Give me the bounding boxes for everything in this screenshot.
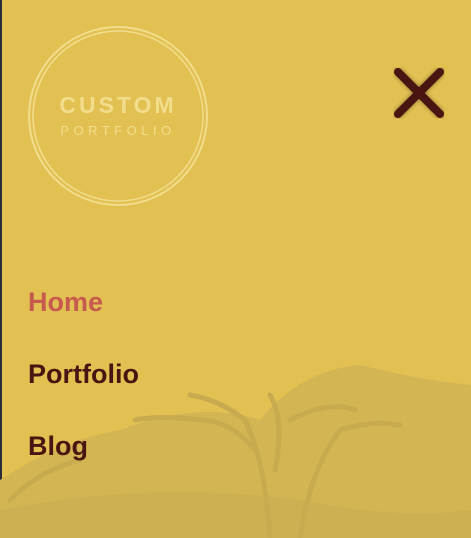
nav-item-portfolio[interactable]: Portfolio xyxy=(28,356,139,428)
close-button[interactable] xyxy=(390,64,450,124)
close-icon xyxy=(393,67,445,119)
nav-item-blog[interactable]: Blog xyxy=(28,428,139,500)
logo[interactable]: CUSTOM PORTFOLIO xyxy=(28,26,208,206)
main-nav: Home Portfolio Blog xyxy=(28,284,139,500)
logo-subtitle: PORTFOLIO xyxy=(60,123,176,138)
nav-item-home[interactable]: Home xyxy=(28,284,139,356)
logo-title: CUSTOM xyxy=(59,92,177,118)
